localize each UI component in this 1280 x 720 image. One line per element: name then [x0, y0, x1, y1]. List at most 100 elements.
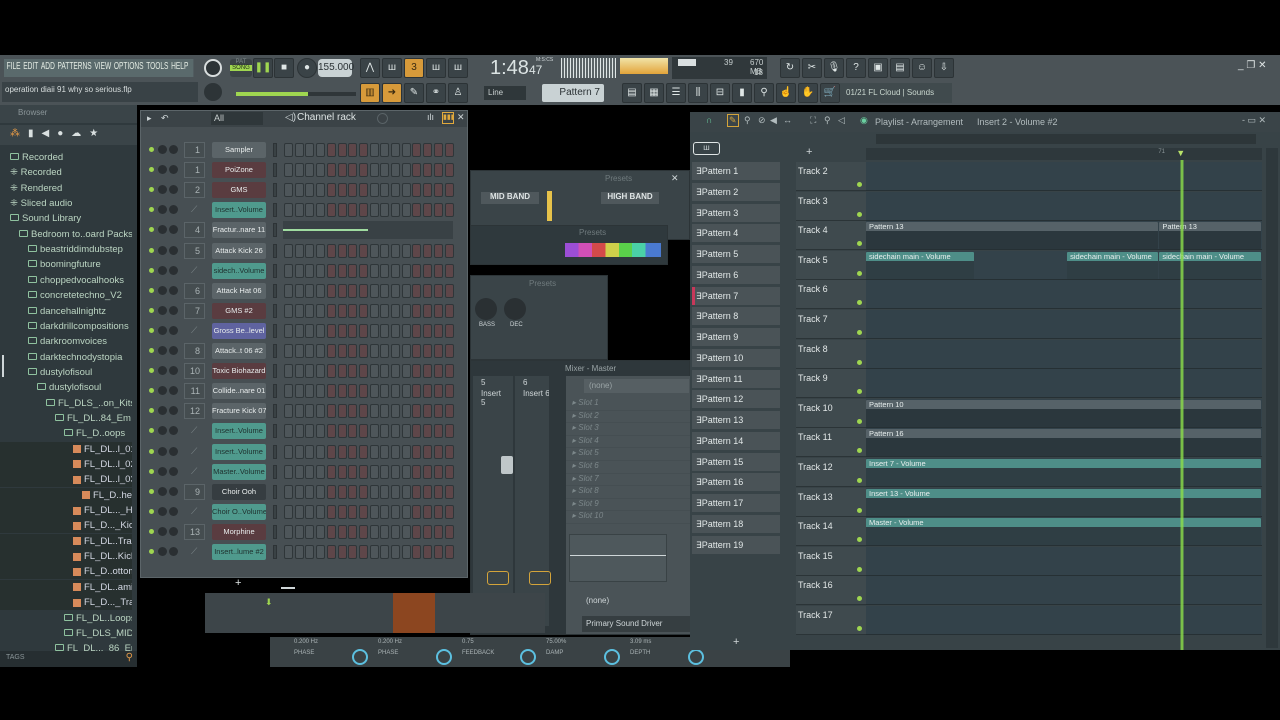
step-button[interactable]: [444, 524, 454, 539]
step-button[interactable]: [284, 444, 293, 459]
channel-filter[interactable]: All: [211, 112, 263, 125]
cart-icon[interactable]: 🛒: [820, 83, 840, 103]
step-button[interactable]: [412, 163, 422, 178]
track-mute-led[interactable]: [857, 270, 862, 276]
save-icon[interactable]: ▣: [868, 58, 888, 78]
step-button[interactable]: [284, 243, 293, 258]
channel-name-button[interactable]: Insert..Volume: [212, 443, 266, 460]
browser-item[interactable]: FL_D..hed: [0, 487, 132, 503]
step-button[interactable]: [391, 484, 400, 499]
step-button[interactable]: [284, 183, 293, 198]
menu-add[interactable]: ADD: [41, 61, 55, 72]
chat-icon[interactable]: ☺: [912, 58, 932, 78]
track-header[interactable]: Track 12: [796, 458, 866, 487]
browser-item[interactable]: FL_DL..amic: [0, 579, 132, 595]
step-button[interactable]: [294, 263, 304, 278]
track-header[interactable]: Track 17: [796, 606, 866, 635]
channel-select[interactable]: [273, 444, 277, 459]
channel-name-button[interactable]: Sampler: [212, 142, 266, 158]
step-button[interactable]: [380, 464, 390, 479]
step-button[interactable]: [444, 464, 454, 479]
step-button[interactable]: [337, 344, 347, 358]
browser-item[interactable]: FL_DL..l_03: [0, 472, 132, 488]
step-button[interactable]: [326, 404, 336, 419]
step-button[interactable]: [294, 143, 304, 157]
route-button[interactable]: [529, 571, 551, 585]
step-button[interactable]: [294, 404, 304, 419]
channel-select[interactable]: [273, 203, 277, 218]
browser-item[interactable]: Recorded: [0, 150, 132, 165]
step-button[interactable]: [433, 404, 443, 419]
channel-mute-led[interactable]: [149, 187, 154, 193]
pattern-item[interactable]: ∃Pattern 1: [692, 162, 780, 180]
track-header[interactable]: Track 2: [796, 162, 866, 191]
select-icon[interactable]: ⛶: [810, 115, 816, 126]
step-button[interactable]: [305, 545, 315, 559]
step-button[interactable]: [337, 384, 347, 399]
channel-name-button[interactable]: GMS #2: [212, 302, 266, 319]
channel-name-button[interactable]: Toxic Biohazard: [212, 363, 266, 380]
step-button[interactable]: [337, 163, 347, 178]
step-button[interactable]: [444, 545, 454, 559]
pattern-item[interactable]: ∃Pattern 12: [692, 390, 780, 409]
step-button[interactable]: [284, 424, 293, 439]
step-button[interactable]: [423, 203, 433, 218]
channel-volume-knob[interactable]: [169, 366, 178, 376]
browser-item[interactable]: beastriddimdubstep: [0, 242, 132, 257]
step-button[interactable]: [284, 384, 293, 399]
step-button[interactable]: [316, 283, 326, 298]
step-button[interactable]: [284, 404, 293, 419]
step-button[interactable]: [391, 545, 400, 559]
mixer-track-number[interactable]: 12: [184, 403, 205, 420]
channel-volume-knob[interactable]: [169, 446, 178, 456]
step-button[interactable]: [369, 524, 379, 539]
step-button[interactable]: [348, 183, 358, 198]
step-button[interactable]: [380, 504, 390, 519]
step-button[interactable]: [401, 143, 411, 157]
channel-rack-icon[interactable]: ☰: [666, 83, 686, 103]
add-track-button[interactable]: +: [806, 146, 812, 158]
track-lane[interactable]: [866, 576, 1262, 606]
step-button[interactable]: [401, 364, 411, 379]
step-button[interactable]: [337, 464, 347, 479]
step-button[interactable]: [423, 444, 433, 459]
step-button[interactable]: [305, 303, 315, 318]
step-button[interactable]: [337, 243, 347, 258]
step-view-icon[interactable]: ▮▮▮: [442, 112, 455, 124]
step-button[interactable]: [305, 524, 315, 539]
menu-options[interactable]: OPTIONS: [114, 61, 144, 72]
step-button[interactable]: [348, 404, 358, 419]
fx-param[interactable]: 75.00% DAMP: [546, 639, 626, 667]
track-lane[interactable]: Pattern 13 Pattern 13: [866, 221, 1262, 251]
channel-mute-led[interactable]: [149, 549, 154, 554]
channel-select[interactable]: [273, 404, 277, 419]
menu-edit[interactable]: EDIT: [23, 61, 38, 72]
mixer-track-number[interactable]: 10: [184, 363, 205, 380]
step-button[interactable]: [412, 484, 422, 499]
channel-pan-knob[interactable]: [158, 225, 167, 235]
pattern-item[interactable]: ∃Pattern 9: [692, 328, 780, 346]
channel-pan-knob[interactable]: [158, 285, 167, 295]
step-button[interactable]: [326, 484, 336, 499]
step-button[interactable]: [433, 444, 443, 459]
step-button[interactable]: [294, 524, 304, 539]
fx-knob[interactable]: [436, 649, 452, 665]
browser-item[interactable]: Sound Library: [0, 211, 132, 226]
fx-slot[interactable]: ▸ Slot 7: [566, 474, 691, 487]
channel-volume-knob[interactable]: [169, 466, 178, 476]
step-button[interactable]: [380, 344, 390, 358]
browser-item[interactable]: FL_DL..l_02: [0, 457, 132, 472]
step-button[interactable]: [369, 203, 379, 218]
step-button[interactable]: [444, 183, 454, 198]
fx-slot[interactable]: ▸ Slot 5: [566, 448, 691, 461]
step-button[interactable]: [433, 203, 443, 218]
cut-icon[interactable]: ✂: [802, 58, 822, 78]
fx-knob[interactable]: [520, 649, 536, 665]
step-button[interactable]: [444, 364, 454, 379]
pattern-item[interactable]: ∃Pattern 5: [692, 245, 780, 263]
menu-view[interactable]: VIEW: [94, 61, 111, 72]
step-button[interactable]: [358, 163, 368, 178]
step-button[interactable]: [326, 504, 336, 519]
step-button[interactable]: [369, 444, 379, 459]
channel-mute-led[interactable]: [149, 448, 154, 454]
